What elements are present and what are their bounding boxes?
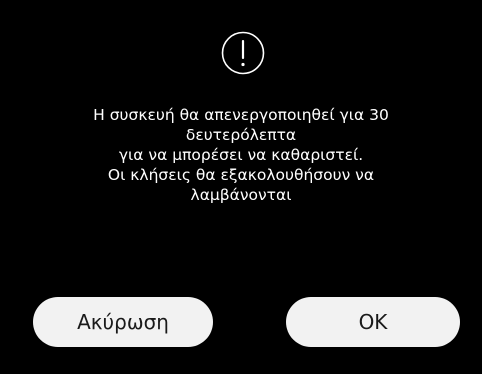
exclamation-circle-icon	[221, 31, 265, 75]
message-line: Η συσκευή θα απενεργοποιηθεί για 30	[93, 106, 389, 124]
cleaning-mode-dialog: Η συσκευή θα απενεργοποιηθεί για 30 δευτ…	[0, 0, 482, 374]
cancel-button[interactable]: Ακύρωση	[33, 297, 213, 347]
message-line: για να μπορέσει να καθαριστεί.	[118, 146, 364, 164]
message-line: Οι κλήσεις θα εξακολουθήσουν να	[107, 166, 375, 184]
message-line: δευτερόλεπτα	[185, 126, 297, 144]
dialog-message: Η συσκευή θα απενεργοποιηθεί για 30 δευτ…	[40, 105, 442, 205]
ok-button-label: OK	[358, 310, 388, 334]
message-line: λαμβάνονται	[190, 186, 292, 204]
cancel-button-label: Ακύρωση	[77, 310, 169, 334]
ok-button[interactable]: OK	[286, 297, 460, 347]
